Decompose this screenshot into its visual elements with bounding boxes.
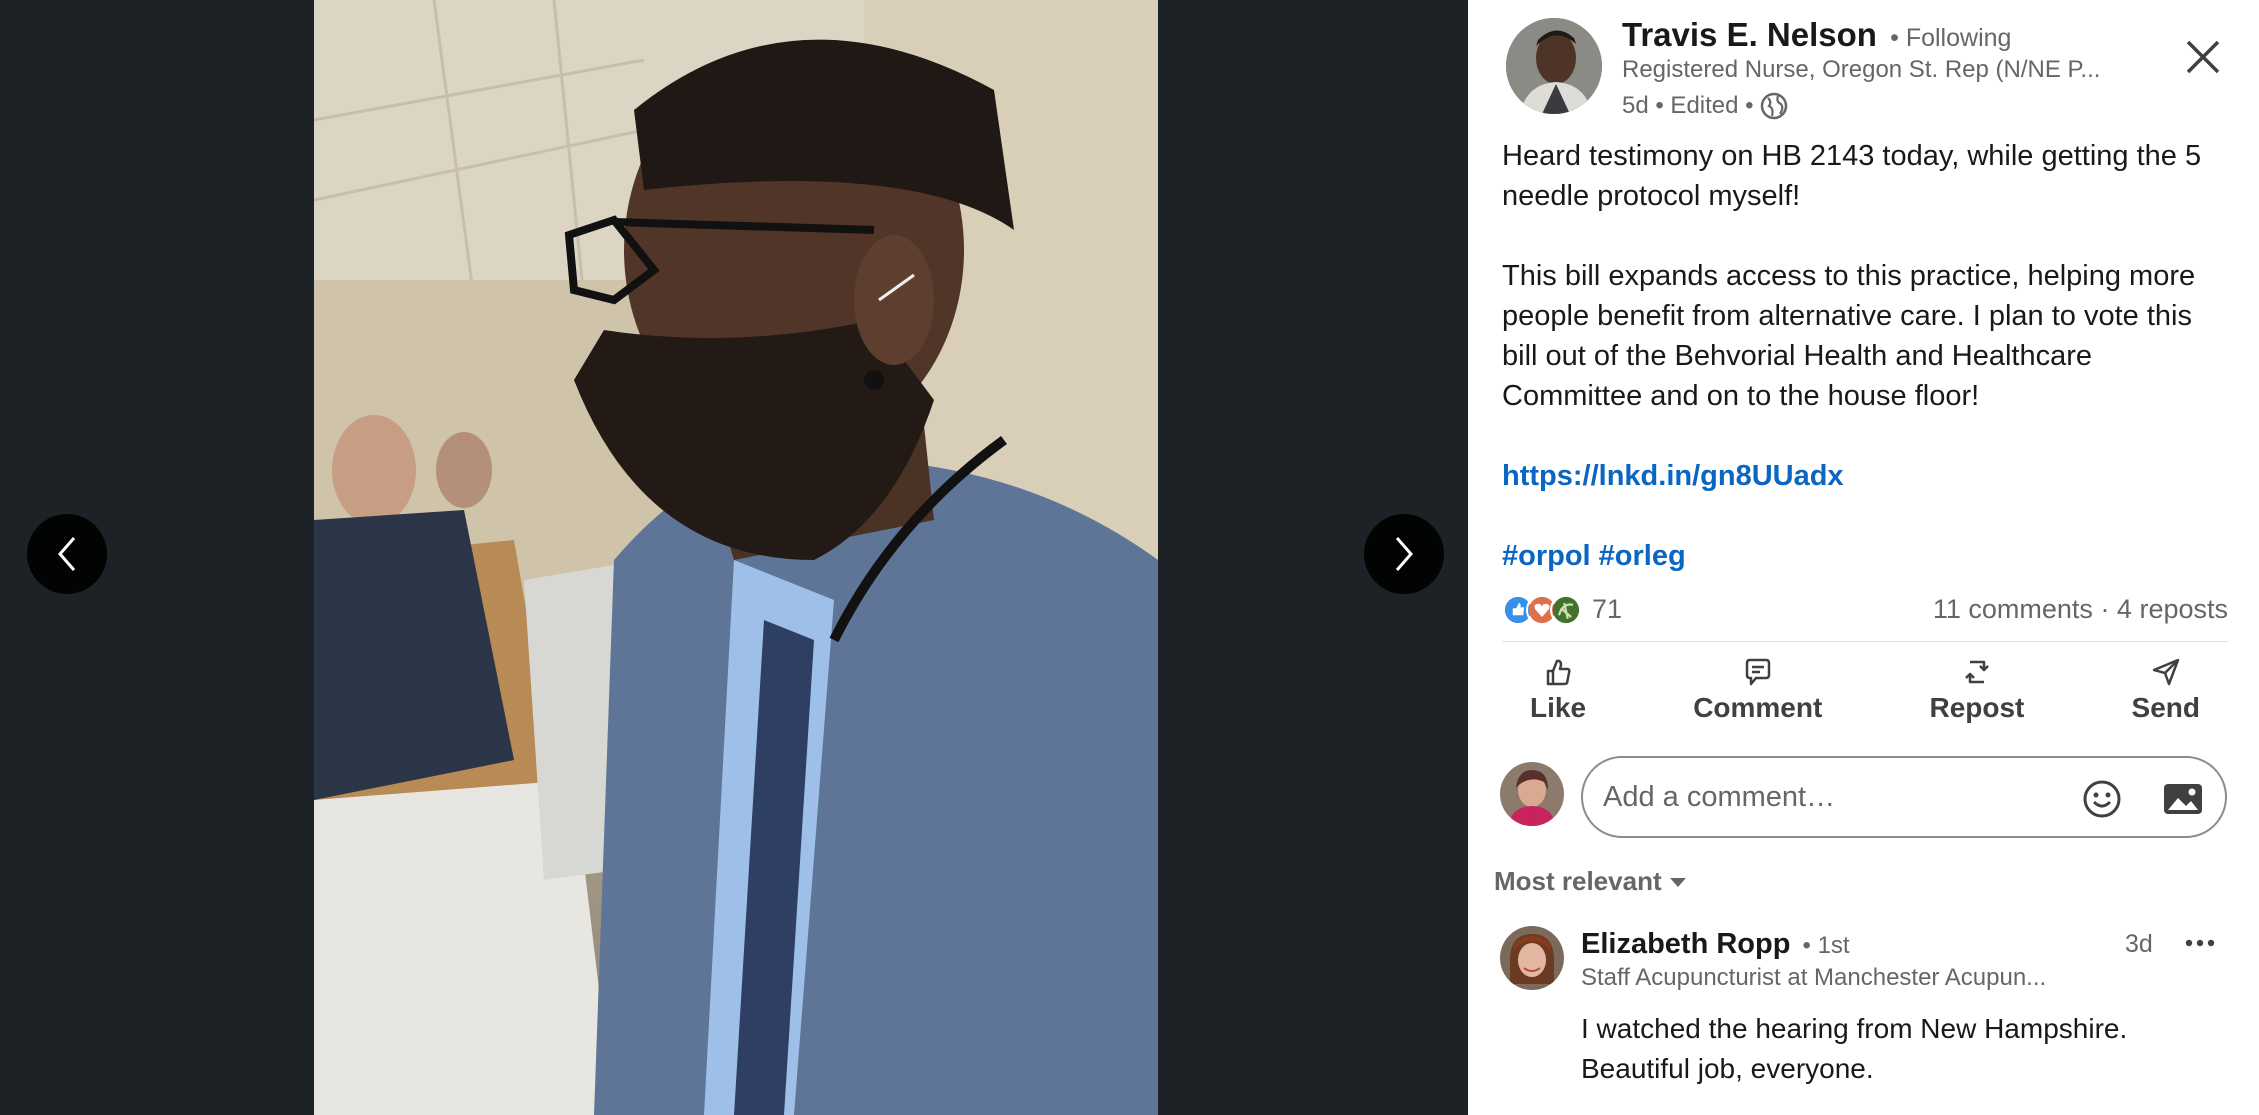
avatar-photo bbox=[1506, 18, 1602, 114]
post-meta: 5d • Edited • bbox=[1622, 92, 1788, 120]
avatar-photo bbox=[1500, 762, 1564, 826]
commenter-headline: Staff Acupuncturist at Manchester Acupun… bbox=[1581, 964, 2047, 991]
chevron-left-icon bbox=[58, 537, 76, 571]
thumbs-up-icon bbox=[1546, 659, 1571, 686]
like-label: Like bbox=[1530, 692, 1587, 723]
post-paragraph-1: Heard testimony on HB 2143 today, while … bbox=[1502, 140, 2202, 212]
post-link[interactable]: https://lnkd.in/gn8UUadx bbox=[1502, 460, 1844, 492]
comment-text: I watched the hearing from New Hampshire… bbox=[1581, 1013, 2128, 1084]
comment-button[interactable]: Comment bbox=[1665, 652, 1850, 732]
comment-label: Comment bbox=[1693, 692, 1823, 723]
current-user-avatar[interactable] bbox=[1500, 762, 1564, 826]
next-image-button[interactable] bbox=[1364, 514, 1444, 594]
reaction-count[interactable]: 71 bbox=[1592, 594, 1622, 625]
support-reaction-icon bbox=[1550, 594, 1582, 626]
comment-composer bbox=[1581, 756, 2227, 838]
photo-illustration bbox=[314, 0, 1158, 1115]
author-name-row: Travis E. Nelson • Following bbox=[1622, 16, 2011, 54]
repost-button[interactable]: Repost bbox=[1901, 652, 2052, 732]
post-detail-panel: Travis E. Nelson • Following Registered … bbox=[1468, 0, 2259, 1115]
following-status: • Following bbox=[1890, 24, 2012, 52]
comment-icon bbox=[1745, 658, 1770, 686]
post-hashtags[interactable]: #orpol #orleg bbox=[1502, 540, 1686, 572]
commenter-name-row: Elizabeth Ropp • 1st bbox=[1581, 928, 1850, 961]
post-actions: Like Comment Repost Send bbox=[1502, 652, 2228, 732]
chevron-right-icon bbox=[1395, 537, 1413, 571]
send-button[interactable]: Send bbox=[2104, 652, 2228, 732]
comment-input[interactable] bbox=[1603, 758, 2063, 836]
post-body: Heard testimony on HB 2143 today, while … bbox=[1502, 136, 2232, 576]
avatar-photo bbox=[1500, 926, 1564, 990]
previous-image-button[interactable] bbox=[27, 514, 107, 594]
commenter-name[interactable]: Elizabeth Ropp bbox=[1581, 928, 1790, 960]
reaction-icons[interactable] bbox=[1502, 594, 1582, 626]
divider bbox=[1502, 641, 2228, 642]
caret-down-icon bbox=[1669, 877, 1686, 887]
repost-icon bbox=[1965, 660, 1989, 684]
media-viewer bbox=[0, 0, 1468, 1115]
image-icon[interactable] bbox=[2161, 778, 2205, 820]
social-counts: 71 11 comments · 4 reposts bbox=[1502, 592, 2228, 628]
post-paragraph-2: This bill expands access to this practic… bbox=[1502, 260, 2196, 412]
sort-label: Most relevant bbox=[1494, 866, 1662, 896]
emoji-icon[interactable] bbox=[2081, 778, 2123, 820]
like-button[interactable]: Like bbox=[1502, 652, 1614, 732]
post-photo bbox=[314, 0, 1158, 1115]
more-options-icon[interactable] bbox=[2180, 928, 2220, 958]
commenter-avatar[interactable] bbox=[1500, 926, 1564, 990]
close-icon[interactable] bbox=[2176, 30, 2230, 84]
comment-timestamp: 3d bbox=[2125, 930, 2153, 958]
post-timestamp: 5d • Edited • bbox=[1622, 92, 1754, 119]
repost-label: Repost bbox=[1929, 692, 2025, 723]
connection-degree: • 1st bbox=[1802, 932, 1850, 959]
author-avatar[interactable] bbox=[1506, 18, 1602, 114]
sort-dropdown[interactable]: Most relevant bbox=[1494, 866, 1688, 897]
send-label: Send bbox=[2131, 692, 2200, 723]
send-icon bbox=[2152, 658, 2180, 686]
comments-reposts-count[interactable]: 11 comments · 4 reposts bbox=[1933, 594, 2228, 625]
author-name[interactable]: Travis E. Nelson bbox=[1622, 16, 1877, 53]
author-headline: Registered Nurse, Oregon St. Rep (N/NE P… bbox=[1622, 56, 2101, 83]
globe-icon bbox=[1760, 92, 1787, 120]
